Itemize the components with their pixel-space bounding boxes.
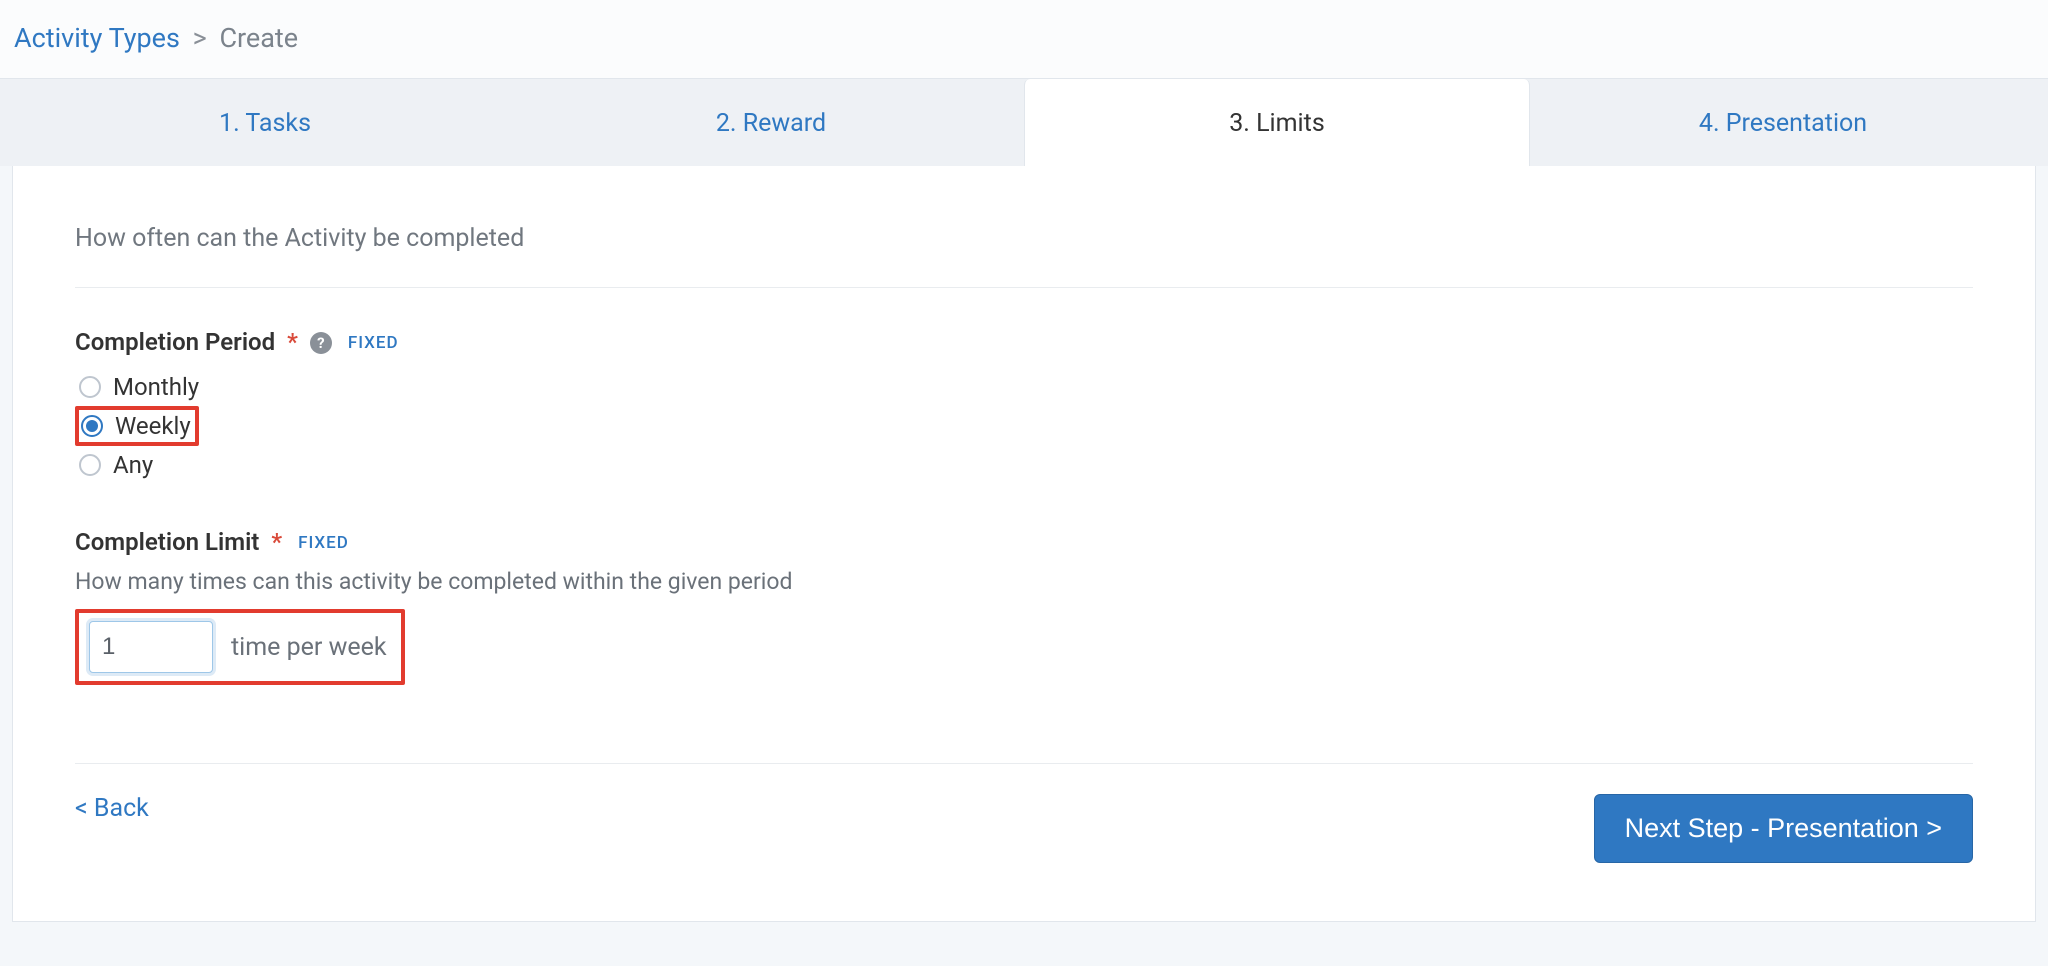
- radio-icon: [81, 415, 103, 437]
- tab-tasks[interactable]: 1. Tasks: [12, 79, 518, 166]
- fixed-badge: FIXED: [348, 333, 399, 353]
- wizard-panel: How often can the Activity be completed …: [12, 166, 2036, 922]
- radio-option-weekly[interactable]: Weekly: [75, 406, 199, 446]
- fixed-badge: FIXED: [298, 533, 349, 553]
- required-marker: *: [271, 528, 282, 556]
- breadcrumb-separator: >: [193, 22, 207, 54]
- tab-presentation[interactable]: 4. Presentation: [1530, 79, 2036, 166]
- wizard-footer: < Back Next Step - Presentation >: [75, 794, 1973, 863]
- wizard-tabs: 1. Tasks 2. Reward 3. Limits 4. Presenta…: [0, 79, 2048, 166]
- breadcrumb-current: Create: [219, 22, 298, 54]
- footer-divider: [75, 763, 1973, 764]
- radio-label: Any: [113, 451, 153, 479]
- completion-limit-input[interactable]: [89, 621, 213, 673]
- radio-label: Weekly: [115, 412, 191, 440]
- required-marker: *: [287, 328, 298, 356]
- breadcrumb-bar: Activity Types > Create: [0, 0, 2048, 79]
- completion-limit-help: How many times can this activity be comp…: [75, 568, 1973, 595]
- section-divider: [75, 287, 1973, 288]
- completion-limit-block: time per week: [75, 609, 1973, 685]
- completion-period-radio-group: Monthly Weekly Any: [75, 368, 1973, 484]
- help-icon[interactable]: ?: [310, 332, 332, 354]
- back-link[interactable]: < Back: [75, 794, 149, 823]
- completion-limit-label: Completion Limit * FIXED: [75, 528, 1973, 556]
- tab-reward[interactable]: 2. Reward: [518, 79, 1024, 166]
- completion-period-label-text: Completion Period: [75, 328, 275, 356]
- completion-limit-highlight: time per week: [75, 609, 405, 685]
- completion-period-label: Completion Period * ? FIXED: [75, 328, 1973, 356]
- section-title: How often can the Activity be completed: [75, 224, 1973, 253]
- radio-label: Monthly: [113, 373, 199, 401]
- breadcrumb: Activity Types > Create: [14, 22, 2034, 54]
- tab-limits[interactable]: 3. Limits: [1024, 79, 1530, 166]
- completion-limit-label-text: Completion Limit: [75, 528, 259, 556]
- radio-icon: [79, 454, 101, 476]
- breadcrumb-root-link[interactable]: Activity Types: [14, 22, 180, 54]
- radio-option-any[interactable]: Any: [75, 446, 157, 484]
- radio-option-monthly[interactable]: Monthly: [75, 368, 203, 406]
- next-step-button[interactable]: Next Step - Presentation >: [1594, 794, 1973, 863]
- radio-icon: [79, 376, 101, 398]
- completion-limit-suffix: time per week: [231, 633, 387, 662]
